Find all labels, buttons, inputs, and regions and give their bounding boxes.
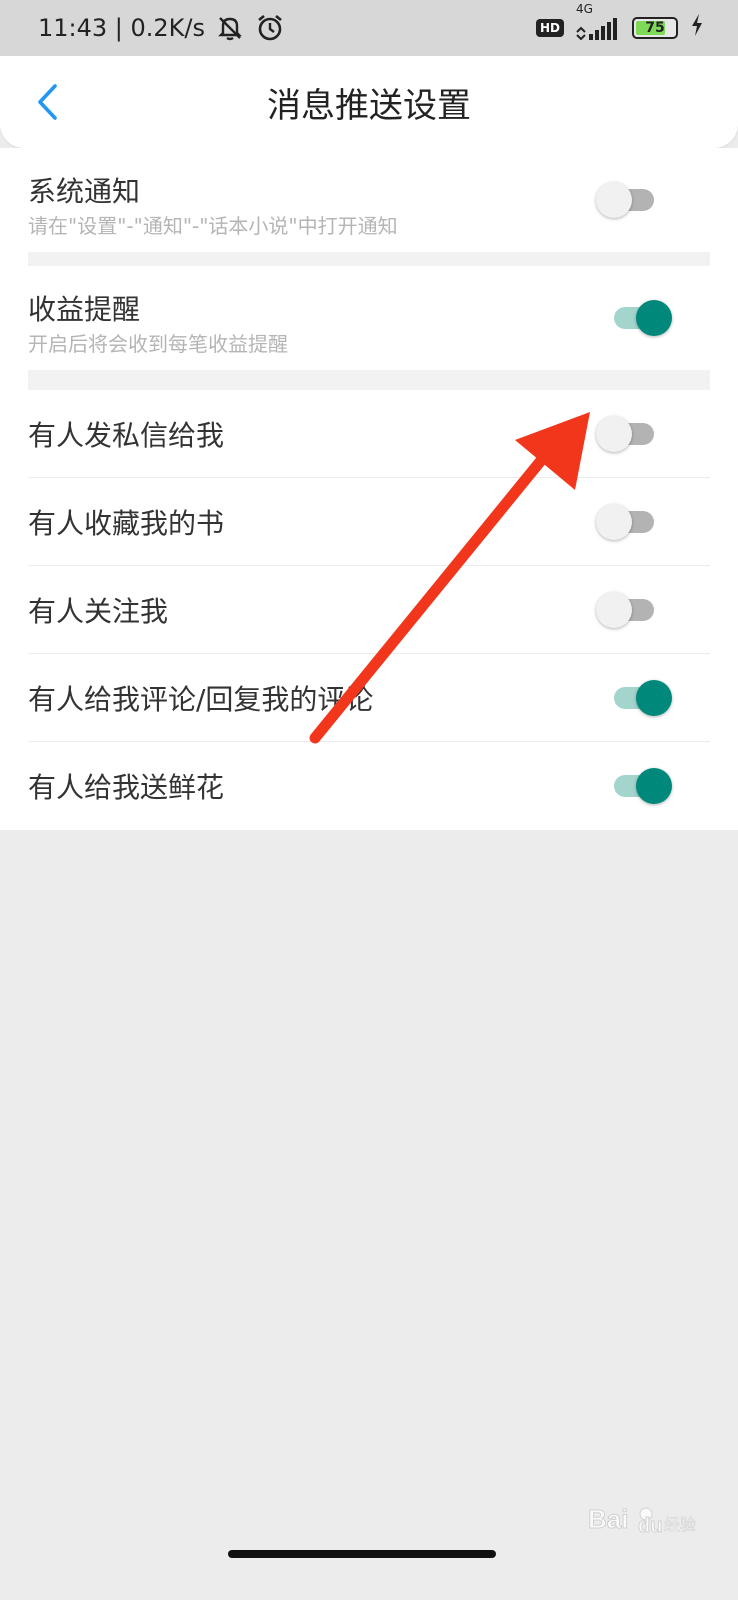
- setting-title: 有人给我评论/回复我的评论: [28, 683, 374, 716]
- setting-title: 有人给我送鲜花: [28, 771, 225, 804]
- followed-toggle[interactable]: [596, 590, 662, 630]
- back-button[interactable]: [24, 74, 70, 130]
- toggle-thumb: [596, 182, 632, 218]
- setting-flowers: 有人给我送鲜花: [28, 742, 710, 830]
- setting-followed: 有人关注我: [28, 566, 710, 654]
- network-label: 4G: [576, 2, 593, 16]
- book-favorited-toggle[interactable]: [596, 502, 662, 542]
- charging-icon: [690, 13, 704, 43]
- status-time: 11:43 | 0.2K/s: [38, 14, 206, 42]
- toggle-thumb: [636, 680, 672, 716]
- toggle-thumb: [636, 300, 672, 336]
- private-message-toggle[interactable]: [596, 414, 662, 454]
- status-left: 11:43 | 0.2K/s: [38, 13, 285, 43]
- section-divider: [28, 252, 710, 266]
- chevron-left-icon: [38, 84, 57, 120]
- setting-book-favorited: 有人收藏我的书: [28, 478, 710, 566]
- setting-title: 收益提醒: [28, 293, 141, 326]
- status-right: HD 4G 75: [535, 2, 704, 43]
- battery-icon: 75: [632, 17, 678, 39]
- setting-comment-reply: 有人给我评论/回复我的评论: [28, 654, 710, 742]
- flowers-toggle[interactable]: [606, 766, 672, 806]
- page-title: 消息推送设置: [267, 85, 471, 126]
- setting-title: 有人收藏我的书: [28, 507, 225, 540]
- setting-description: 请在"设置"-"通知"-"话本小说"中打开通知: [28, 214, 398, 238]
- toggle-thumb: [596, 504, 632, 540]
- system-notice-toggle[interactable]: [596, 180, 662, 220]
- battery-level: 75: [645, 20, 665, 36]
- baidu-watermark: Bai du 经验: [588, 1494, 698, 1544]
- settings-list: 系统通知 请在"设置"-"通知"-"话本小说"中打开通知 收益提醒 开启后将会收…: [0, 148, 738, 830]
- setting-system-notice: 系统通知 请在"设置"-"通知"-"话本小说"中打开通知: [0, 148, 738, 252]
- signal-icon: 4G: [576, 2, 620, 40]
- setting-title: 有人发私信给我: [28, 419, 225, 452]
- toggle-thumb: [596, 592, 632, 628]
- app-header: 消息推送设置: [0, 56, 738, 148]
- mute-bell-icon: [215, 13, 245, 43]
- hd-badge: HD: [535, 19, 564, 37]
- toggle-thumb: [596, 416, 632, 452]
- toggle-thumb: [636, 768, 672, 804]
- status-bar: 11:43 | 0.2K/s HD 4G 75: [0, 0, 738, 56]
- setting-title: 系统通知: [28, 175, 141, 208]
- earnings-reminder-toggle[interactable]: [606, 298, 672, 338]
- setting-description: 开启后将会收到每笔收益提醒: [28, 332, 288, 356]
- svg-text:经验: 经验: [664, 1515, 696, 1534]
- alarm-clock-icon: [255, 13, 285, 43]
- setting-earnings-reminder: 收益提醒 开启后将会收到每笔收益提醒: [0, 266, 738, 370]
- svg-text:Bai: Bai: [588, 1504, 628, 1534]
- setting-title: 有人关注我: [28, 595, 169, 628]
- svg-text:du: du: [638, 1515, 662, 1537]
- setting-private-message: 有人发私信给我: [28, 390, 710, 478]
- comment-reply-toggle[interactable]: [606, 678, 672, 718]
- home-indicator[interactable]: [228, 1550, 496, 1558]
- section-divider: [28, 370, 710, 390]
